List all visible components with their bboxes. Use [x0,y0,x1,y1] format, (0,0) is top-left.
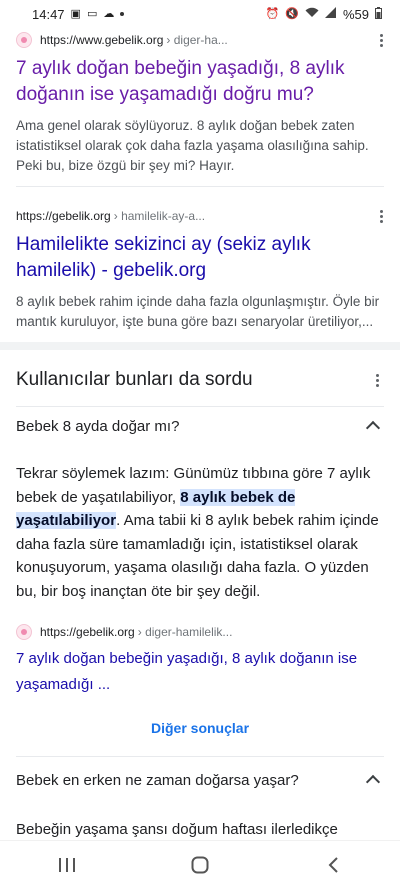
result-source[interactable]: https://www.gebelik.org › diger-ha... [16,30,384,50]
result-title-link[interactable]: 7 aylık doğan bebeğin yaşadığı, 8 aylık … [16,56,384,108]
result-title-link[interactable]: Hamilelikte sekizinci ay (sekiz aylık ha… [16,232,384,284]
divider [16,756,384,757]
weather-icon: ☁ [103,7,115,20]
answer-source-url: https://gebelik.org [40,625,135,639]
question-text: Bebek 8 ayda doğar mı? [16,417,180,435]
section-divider [0,342,400,350]
chevron-up-icon [365,420,381,436]
status-time: 14:47 [32,6,65,22]
status-right: ⏰ 🔇 %59 [265,6,382,22]
result-url-path: › diger-ha... [166,33,228,47]
status-bar: 14:47 ▣ ▭ ☁ ⏰ 🔇 %59 [0,0,400,28]
notification-dot-icon [120,12,125,16]
more-results-button[interactable]: Diğer sonuçlar [0,720,400,736]
status-left: 14:47 ▣ ▭ ☁ [32,6,125,22]
chevron-up-icon [365,774,381,790]
result-snippet: Ama genel olarak söylüyoruz. 8 aylık doğ… [16,118,369,173]
answer-source[interactable]: https://gebelik.org › diger-hamilelik... [16,622,384,642]
navigation-bar [0,840,400,888]
back-button[interactable] [303,845,363,885]
paa-more-options-icon[interactable] [370,370,384,390]
recent-apps-button[interactable] [37,845,97,885]
mute-icon: 🔇 [285,7,299,20]
paa-answer-2: Bebeğin yaşama şansı doğum haftası ilerl… [16,821,338,838]
divider [16,186,384,187]
paa-heading-text: Kullanıcılar bunları da sordu [16,369,253,390]
result-url: https://gebelik.org [16,209,111,223]
answer-source-path: › diger-hamilelik... [137,625,233,639]
battery-percent: %59 [342,6,369,22]
package-icon: ▣ [70,7,81,20]
result-url-path: › hamilelik-ay-a... [113,209,206,223]
back-icon [328,856,339,873]
battery-icon [375,6,382,22]
signal-icon [324,7,337,21]
alarm-icon: ⏰ [265,7,280,20]
result-snippet: 8 aylık bebek rahim içinde daha fazla ol… [16,294,380,329]
more-options-icon[interactable] [374,30,388,50]
search-result-1: https://www.gebelik.org › diger-ha... 7 … [16,30,384,176]
site-favicon-icon [16,624,32,640]
question-text: Bebek en erken ne zaman doğarsa yaşar? [16,771,299,789]
wifi-icon [305,7,319,21]
home-button[interactable] [170,845,230,885]
result-source[interactable]: https://gebelik.org › hamilelik-ay-a... [16,206,384,226]
search-result-2: https://gebelik.org › hamilelik-ay-a... … [16,206,384,332]
paa-question-2[interactable]: Bebek en erken ne zaman doğarsa yaşar? [16,762,384,798]
divider [16,406,384,407]
more-options-icon[interactable] [374,206,388,226]
result-url: https://www.gebelik.org [40,33,164,47]
home-icon [191,856,209,873]
site-favicon-icon [16,32,32,48]
recent-apps-icon [58,857,75,872]
search-results-page: https://www.gebelik.org › diger-ha... 7 … [0,0,400,840]
paa-question-1[interactable]: Bebek 8 ayda doğar mı? [16,408,384,444]
answer-source-link[interactable]: 7 aylık doğan bebeğin yaşadığı, 8 aylık … [16,646,384,698]
people-also-ask-heading: Kullanıcılar bunları da sordu [16,366,384,394]
paa-answer-1: Tekrar söylemek lazım: Günümüz tıbbına g… [16,462,386,603]
screen-icon: ▭ [86,7,98,20]
